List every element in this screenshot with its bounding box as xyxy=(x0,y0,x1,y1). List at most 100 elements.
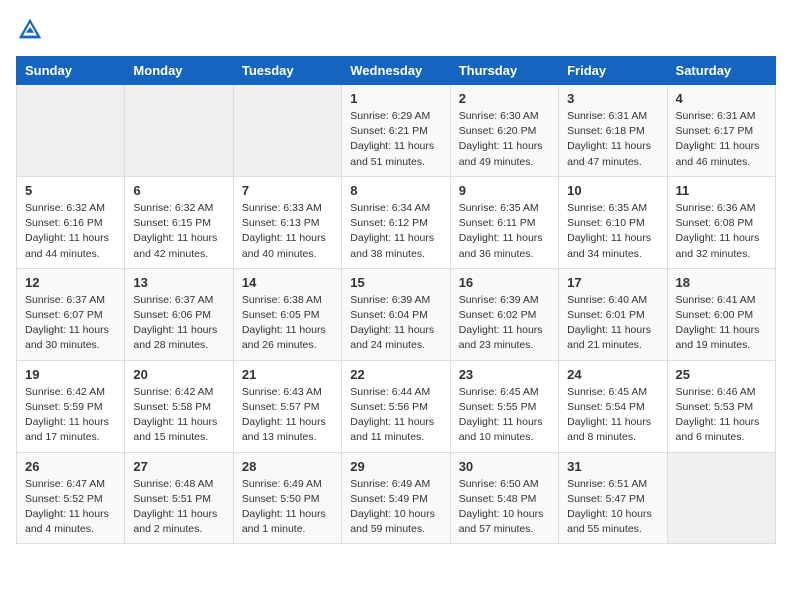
day-info: Sunrise: 6:41 AMSunset: 6:00 PMDaylight:… xyxy=(676,293,767,354)
day-number: 5 xyxy=(25,183,116,198)
calendar-day-8: 8 Sunrise: 6:34 AMSunset: 6:12 PMDaylight… xyxy=(342,176,450,268)
day-number: 30 xyxy=(459,459,550,474)
day-info: Sunrise: 6:49 AMSunset: 5:49 PMDaylight:… xyxy=(350,477,441,538)
day-info: Sunrise: 6:39 AMSunset: 6:04 PMDaylight:… xyxy=(350,293,441,354)
day-info: Sunrise: 6:47 AMSunset: 5:52 PMDaylight:… xyxy=(25,477,116,538)
calendar-day-16: 16 Sunrise: 6:39 AMSunset: 6:02 PMDayligh… xyxy=(450,268,558,360)
day-number: 16 xyxy=(459,275,550,290)
calendar-day-10: 10 Sunrise: 6:35 AMSunset: 6:10 PMDayligh… xyxy=(559,176,667,268)
page-header xyxy=(16,16,776,44)
calendar-day-28: 28 Sunrise: 6:49 AMSunset: 5:50 PMDayligh… xyxy=(233,452,341,544)
day-number: 22 xyxy=(350,367,441,382)
day-info: Sunrise: 6:42 AMSunset: 5:59 PMDaylight:… xyxy=(25,385,116,446)
calendar-day-26: 26 Sunrise: 6:47 AMSunset: 5:52 PMDayligh… xyxy=(17,452,125,544)
calendar-day-31: 31 Sunrise: 6:51 AMSunset: 5:47 PMDayligh… xyxy=(559,452,667,544)
calendar-day-27: 27Sunrise: 6:48 AMSunset: 5:51 PMDayligh… xyxy=(125,452,233,544)
day-info: Sunrise: 6:45 AMSunset: 5:55 PMDaylight:… xyxy=(459,385,550,446)
calendar-day-18: 18 Sunrise: 6:41 AMSunset: 6:00 PMDayligh… xyxy=(667,268,775,360)
calendar-day-1: 1Sunrise: 6:29 AMSunset: 6:21 PMDaylight… xyxy=(342,85,450,177)
day-info: Sunrise: 6:34 AMSunset: 6:12 PMDaylight:… xyxy=(350,201,441,262)
day-info: Sunrise: 6:31 AMSunset: 6:17 PMDaylight:… xyxy=(676,109,767,170)
day-info: Sunrise: 6:32 AMSunset: 6:16 PMDaylight:… xyxy=(25,201,116,262)
column-header-saturday: Saturday xyxy=(667,57,775,85)
day-number: 27 xyxy=(133,459,224,474)
day-number: 29 xyxy=(350,459,441,474)
day-number: 28 xyxy=(242,459,333,474)
day-info: Sunrise: 6:49 AMSunset: 5:50 PMDaylight:… xyxy=(242,477,333,538)
calendar-day-2: 2Sunrise: 6:30 AMSunset: 6:20 PMDaylight… xyxy=(450,85,558,177)
calendar-day-7: 7Sunrise: 6:33 AMSunset: 6:13 PMDaylight… xyxy=(233,176,341,268)
calendar-week-row: 5 Sunrise: 6:32 AMSunset: 6:16 PMDaylight… xyxy=(17,176,776,268)
calendar-day-19: 19 Sunrise: 6:42 AMSunset: 5:59 PMDayligh… xyxy=(17,360,125,452)
calendar-week-row: 12Sunrise: 6:37 AMSunset: 6:07 PMDayligh… xyxy=(17,268,776,360)
day-number: 11 xyxy=(676,183,767,198)
column-header-tuesday: Tuesday xyxy=(233,57,341,85)
day-info: Sunrise: 6:44 AMSunset: 5:56 PMDaylight:… xyxy=(350,385,441,446)
day-info: Sunrise: 6:46 AMSunset: 5:53 PMDaylight:… xyxy=(676,385,767,446)
column-header-sunday: Sunday xyxy=(17,57,125,85)
day-info: Sunrise: 6:39 AMSunset: 6:02 PMDaylight:… xyxy=(459,293,550,354)
calendar-week-row: 19 Sunrise: 6:42 AMSunset: 5:59 PMDayligh… xyxy=(17,360,776,452)
day-number: 25 xyxy=(676,367,767,382)
day-info: Sunrise: 6:37 AMSunset: 6:06 PMDaylight:… xyxy=(133,293,224,354)
calendar-day-5: 5 Sunrise: 6:32 AMSunset: 6:16 PMDaylight… xyxy=(17,176,125,268)
day-number: 15 xyxy=(350,275,441,290)
day-number: 23 xyxy=(459,367,550,382)
calendar-header-row: SundayMondayTuesdayWednesdayThursdayFrid… xyxy=(17,57,776,85)
day-number: 12 xyxy=(25,275,116,290)
day-number: 17 xyxy=(567,275,658,290)
day-info: Sunrise: 6:45 AMSunset: 5:54 PMDaylight:… xyxy=(567,385,658,446)
logo-icon xyxy=(16,16,44,44)
day-info: Sunrise: 6:33 AMSunset: 6:13 PMDaylight:… xyxy=(242,201,333,262)
day-number: 21 xyxy=(242,367,333,382)
calendar-day-15: 15 Sunrise: 6:39 AMSunset: 6:04 PMDayligh… xyxy=(342,268,450,360)
column-header-friday: Friday xyxy=(559,57,667,85)
day-number: 13 xyxy=(133,275,224,290)
calendar-day-21: 21 Sunrise: 6:43 AMSunset: 5:57 PMDayligh… xyxy=(233,360,341,452)
day-info: Sunrise: 6:32 AMSunset: 6:15 PMDaylight:… xyxy=(133,201,224,262)
calendar-day-29: 29 Sunrise: 6:49 AMSunset: 5:49 PMDayligh… xyxy=(342,452,450,544)
day-number: 24 xyxy=(567,367,658,382)
calendar-day-17: 17 Sunrise: 6:40 AMSunset: 6:01 PMDayligh… xyxy=(559,268,667,360)
calendar-week-row: 26 Sunrise: 6:47 AMSunset: 5:52 PMDayligh… xyxy=(17,452,776,544)
calendar-day-3: 3 Sunrise: 6:31 AMSunset: 6:18 PMDaylight… xyxy=(559,85,667,177)
day-number: 10 xyxy=(567,183,658,198)
calendar-day-13: 13 Sunrise: 6:37 AMSunset: 6:06 PMDayligh… xyxy=(125,268,233,360)
calendar-day-25: 25 Sunrise: 6:46 AMSunset: 5:53 PMDayligh… xyxy=(667,360,775,452)
day-info: Sunrise: 6:51 AMSunset: 5:47 PMDaylight:… xyxy=(567,477,658,538)
column-header-thursday: Thursday xyxy=(450,57,558,85)
empty-cell xyxy=(125,85,233,177)
calendar-day-11: 11 Sunrise: 6:36 AMSunset: 6:08 PMDayligh… xyxy=(667,176,775,268)
day-info: Sunrise: 6:36 AMSunset: 6:08 PMDaylight:… xyxy=(676,201,767,262)
day-number: 14 xyxy=(242,275,333,290)
day-number: 9 xyxy=(459,183,550,198)
day-number: 19 xyxy=(25,367,116,382)
day-info: Sunrise: 6:31 AMSunset: 6:18 PMDaylight:… xyxy=(567,109,658,170)
column-header-wednesday: Wednesday xyxy=(342,57,450,85)
calendar-day-14: 14 Sunrise: 6:38 AMSunset: 6:05 PMDayligh… xyxy=(233,268,341,360)
calendar-day-22: 22 Sunrise: 6:44 AMSunset: 5:56 PMDayligh… xyxy=(342,360,450,452)
calendar-table: SundayMondayTuesdayWednesdayThursdayFrid… xyxy=(16,56,776,544)
calendar-day-9: 9 Sunrise: 6:35 AMSunset: 6:11 PMDaylight… xyxy=(450,176,558,268)
calendar-day-30: 30Sunrise: 6:50 AMSunset: 5:48 PMDayligh… xyxy=(450,452,558,544)
calendar-day-12: 12Sunrise: 6:37 AMSunset: 6:07 PMDayligh… xyxy=(17,268,125,360)
column-header-monday: Monday xyxy=(125,57,233,85)
empty-cell xyxy=(233,85,341,177)
day-info: Sunrise: 6:35 AMSunset: 6:11 PMDaylight:… xyxy=(459,201,550,262)
day-number: 6 xyxy=(133,183,224,198)
day-info: Sunrise: 6:42 AMSunset: 5:58 PMDaylight:… xyxy=(133,385,224,446)
empty-cell xyxy=(667,452,775,544)
day-number: 26 xyxy=(25,459,116,474)
day-number: 8 xyxy=(350,183,441,198)
day-number: 1 xyxy=(350,91,441,106)
day-number: 4 xyxy=(676,91,767,106)
day-info: Sunrise: 6:40 AMSunset: 6:01 PMDaylight:… xyxy=(567,293,658,354)
day-info: Sunrise: 6:43 AMSunset: 5:57 PMDaylight:… xyxy=(242,385,333,446)
day-number: 18 xyxy=(676,275,767,290)
day-info: Sunrise: 6:38 AMSunset: 6:05 PMDaylight:… xyxy=(242,293,333,354)
day-number: 3 xyxy=(567,91,658,106)
calendar-week-row: 1Sunrise: 6:29 AMSunset: 6:21 PMDaylight… xyxy=(17,85,776,177)
day-number: 31 xyxy=(567,459,658,474)
day-info: Sunrise: 6:35 AMSunset: 6:10 PMDaylight:… xyxy=(567,201,658,262)
calendar-day-6: 6 Sunrise: 6:32 AMSunset: 6:15 PMDaylight… xyxy=(125,176,233,268)
